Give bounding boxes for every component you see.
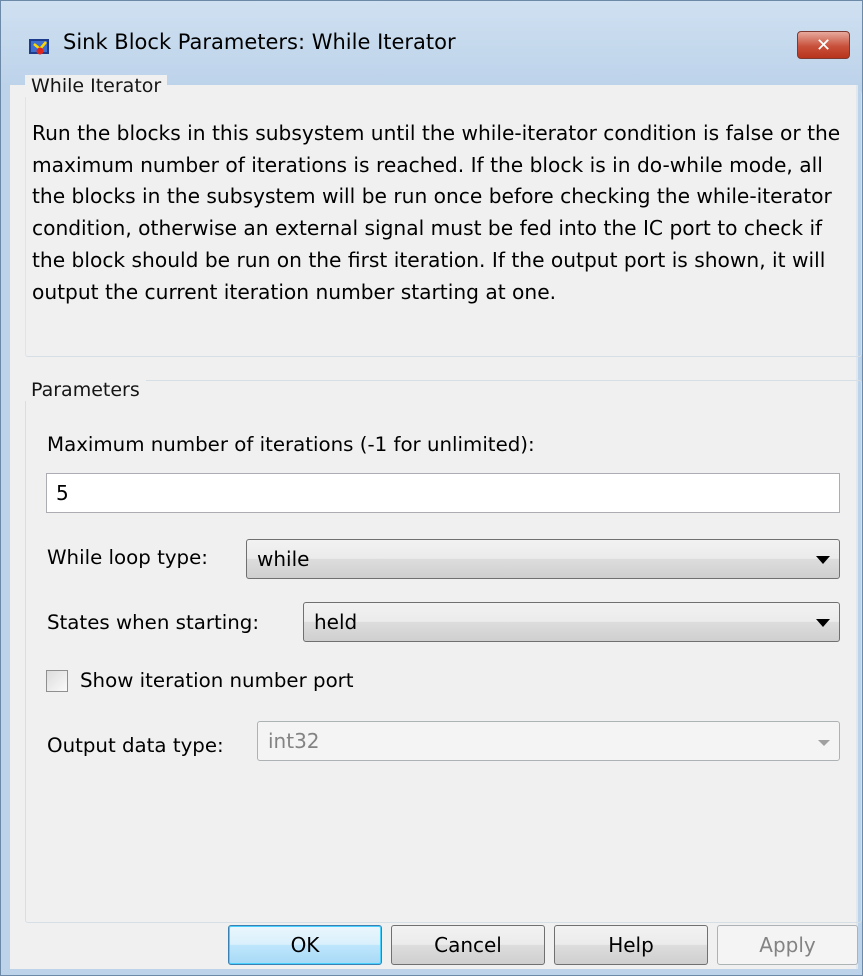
ok-button[interactable]: OK	[228, 925, 382, 965]
output-type-dropdown: int32	[257, 721, 840, 761]
block-description: Run the blocks in this subsystem until t…	[32, 121, 841, 304]
parameters-group	[25, 380, 862, 923]
states-value: held	[314, 610, 358, 634]
close-button[interactable]: ✕	[797, 31, 850, 59]
title-bar[interactable]: Sink Block Parameters: While Iterator ✕	[1, 1, 862, 85]
apply-button: Apply	[717, 925, 858, 965]
loop-type-dropdown[interactable]: while	[246, 539, 840, 579]
chevron-down-icon	[816, 556, 830, 564]
states-label: States when starting:	[47, 611, 259, 634]
max-iterations-label: Maximum number of iterations (-1 for unl…	[47, 433, 535, 456]
loop-type-value: while	[257, 547, 310, 571]
states-dropdown[interactable]: held	[303, 602, 840, 642]
max-iterations-value: 5	[56, 481, 69, 505]
chevron-down-icon	[818, 740, 830, 746]
output-type-value: int32	[268, 729, 320, 753]
max-iterations-input[interactable]: 5	[46, 473, 840, 513]
dialog-window: Sink Block Parameters: While Iterator ✕ …	[0, 0, 863, 976]
simulink-block-icon	[29, 39, 49, 55]
cancel-button[interactable]: Cancel	[391, 925, 545, 965]
help-button[interactable]: Help	[554, 925, 708, 965]
parameters-group-title: Parameters	[25, 379, 146, 401]
window-title: Sink Block Parameters: While Iterator	[63, 30, 456, 54]
close-icon: ✕	[815, 34, 832, 56]
description-group-title: While Iterator	[25, 75, 168, 97]
chevron-down-icon	[816, 619, 830, 627]
show-port-checkbox[interactable]	[46, 670, 68, 692]
show-port-label[interactable]: Show iteration number port	[80, 669, 354, 692]
output-type-label: Output data type:	[47, 734, 224, 757]
loop-type-label: While loop type:	[47, 546, 208, 569]
